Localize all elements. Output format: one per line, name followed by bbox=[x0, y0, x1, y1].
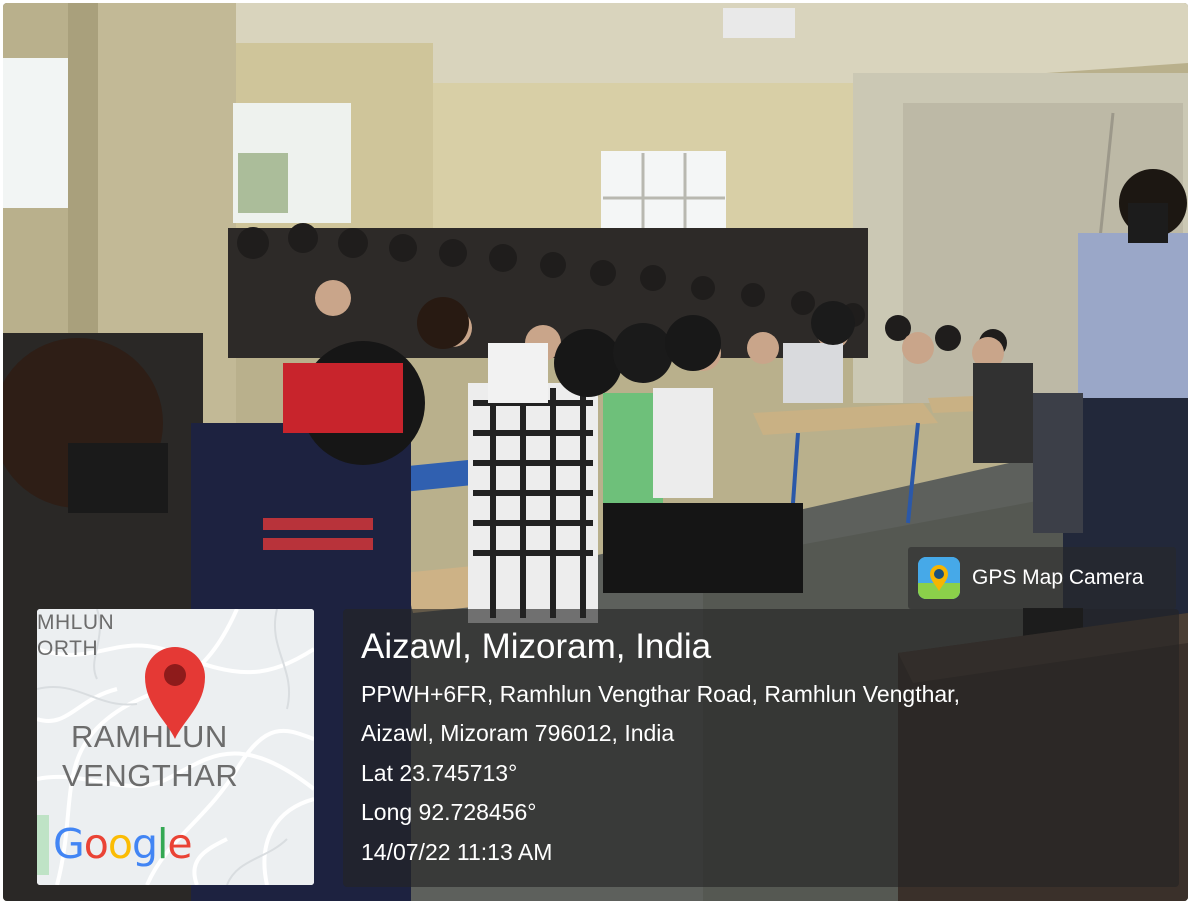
google-letter: e bbox=[167, 820, 192, 868]
location-title: Aizawl, Mizoram, India bbox=[361, 627, 712, 666]
longitude: Long 92.728456° bbox=[361, 799, 537, 825]
address-line-2: Aizawl, Mizoram 796012, India bbox=[361, 720, 675, 746]
google-logo: Google bbox=[53, 820, 193, 868]
google-letter: g bbox=[131, 820, 158, 868]
map-thumbnail: MHLUN ORTH RAMHLUN VENGTHAR Google bbox=[37, 609, 314, 885]
google-letter: o bbox=[107, 820, 133, 868]
google-letter: G bbox=[53, 820, 85, 868]
location-info-panel: Aizawl, Mizoram, India PPWH+6FR, Ramhlun… bbox=[343, 609, 1179, 887]
timestamp: 14/07/22 11:13 AM bbox=[361, 839, 553, 865]
classroom-photo: MHLUN ORTH RAMHLUN VENGTHAR Google GPS M… bbox=[3, 3, 1188, 901]
address-line-1: PPWH+6FR, Ramhlun Vengthar Road, Ramhlun… bbox=[361, 681, 960, 707]
gps-map-camera-app-icon bbox=[918, 557, 960, 599]
gps-map-camera-badge: GPS Map Camera bbox=[908, 547, 1176, 609]
google-letter: o bbox=[83, 820, 109, 868]
gps-app-name: GPS Map Camera bbox=[972, 566, 1144, 589]
google-letter: l bbox=[157, 820, 168, 868]
latitude: Lat 23.745713° bbox=[361, 760, 518, 786]
